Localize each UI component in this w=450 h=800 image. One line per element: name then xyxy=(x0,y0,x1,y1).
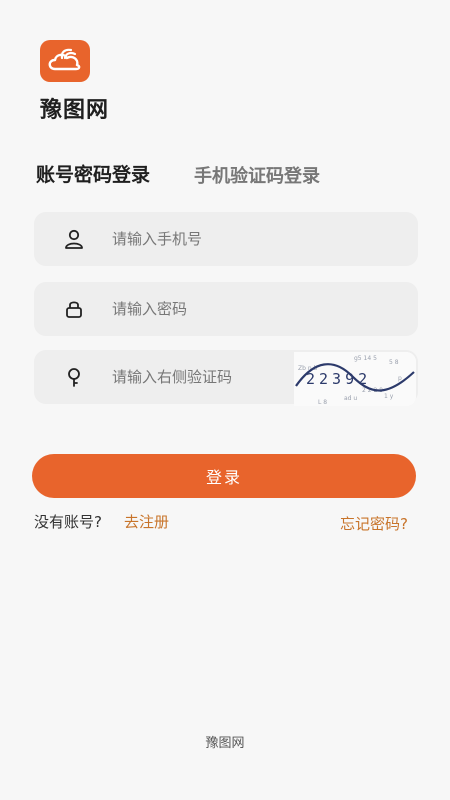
forgot-password-link[interactable]: 忘记密码? xyxy=(340,513,408,534)
captcha-text: 22392 xyxy=(306,370,371,388)
password-input[interactable] xyxy=(112,300,282,318)
svg-text:5 8: 5 8 xyxy=(389,359,399,366)
user-icon xyxy=(62,227,86,251)
password-field[interactable] xyxy=(34,282,418,336)
svg-text:L 8: L 8 xyxy=(318,399,327,406)
app-logo-icon xyxy=(40,40,90,82)
phone-field[interactable] xyxy=(34,212,418,266)
footer-text: 豫图网 xyxy=(205,736,245,751)
no-account-text: 没有账号? xyxy=(34,513,102,531)
captcha-field[interactable]: g5 14 5 5 8 Zb n b 2 2 2 8 ad u 1 y L 8 … xyxy=(34,350,418,406)
app-name: 豫图网 xyxy=(40,98,110,123)
tab-password-login[interactable]: 账号密码登录 xyxy=(36,160,150,187)
captcha-input[interactable] xyxy=(112,368,282,386)
login-page: 豫图网 账号密码登录 手机验证码登录 请输入手机号 请输入右侧验证码 g5 14… xyxy=(0,0,450,800)
phone-input[interactable] xyxy=(112,230,282,248)
tab-sms-login[interactable]: 手机验证码登录 xyxy=(194,162,320,188)
lock-icon xyxy=(62,297,86,321)
captcha-image[interactable]: g5 14 5 5 8 Zb n b 2 2 2 8 ad u 1 y L 8 … xyxy=(294,352,416,406)
key-icon xyxy=(62,365,86,389)
svg-text:ad u: ad u xyxy=(344,395,357,402)
svg-text:g5 14 5: g5 14 5 xyxy=(354,355,377,362)
svg-text:1 y: 1 y xyxy=(384,393,394,400)
login-button[interactable]: 登录 xyxy=(32,454,416,498)
register-link[interactable]: 去注册 xyxy=(124,511,169,532)
